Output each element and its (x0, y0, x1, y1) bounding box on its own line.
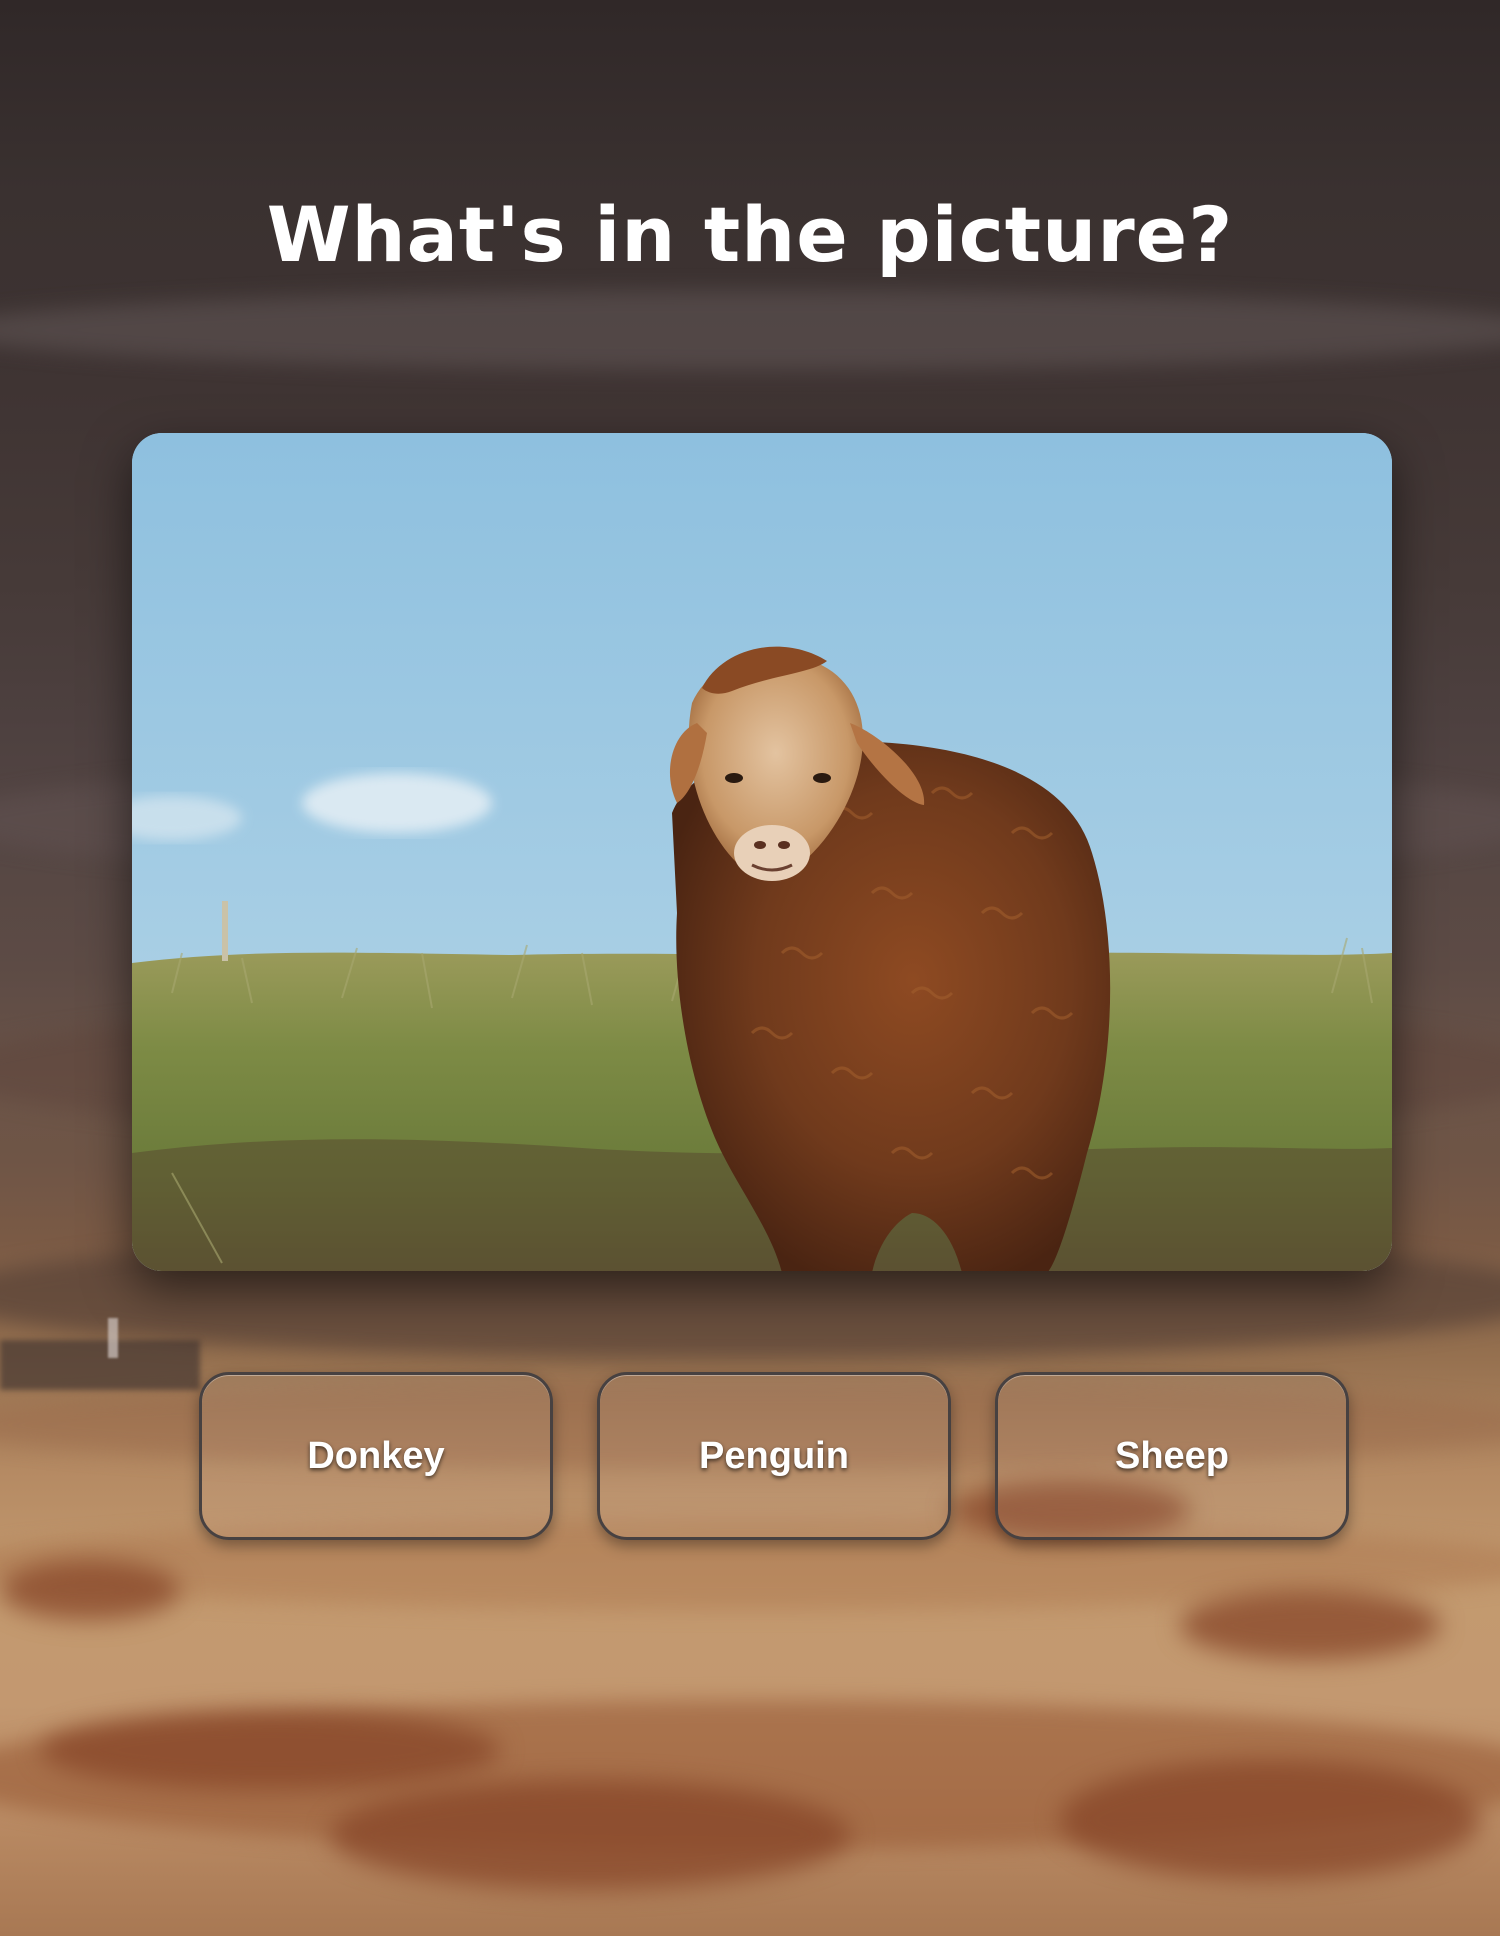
background-bush (40, 1710, 500, 1790)
background-tower (108, 1318, 118, 1358)
answer-label: Penguin (699, 1434, 849, 1477)
background-bush (0, 1560, 180, 1620)
question-picture (132, 433, 1392, 1271)
question-title: What's in the picture? (266, 190, 1234, 279)
sheep-nostril (754, 841, 766, 849)
sheep-nostril (778, 841, 790, 849)
sheep-photo (132, 433, 1392, 1271)
cloud (302, 773, 492, 833)
answer-choices: Donkey Penguin Sheep (0, 1372, 1500, 1544)
answer-label: Sheep (1114, 1434, 1230, 1477)
background-bush (330, 1780, 850, 1890)
background-haze (0, 290, 1500, 370)
sheep-eye-right (813, 773, 831, 783)
background-bush (1180, 1590, 1440, 1660)
fence-post (222, 901, 228, 961)
sheep-muzzle (734, 825, 810, 881)
answer-button-donkey[interactable]: Donkey (199, 1372, 553, 1540)
sheep-eye-left (725, 773, 743, 783)
background-bush (1060, 1760, 1480, 1880)
answer-label: Donkey (307, 1434, 445, 1477)
answer-button-sheep[interactable]: Sheep (995, 1372, 1349, 1540)
answer-button-penguin[interactable]: Penguin (597, 1372, 951, 1540)
